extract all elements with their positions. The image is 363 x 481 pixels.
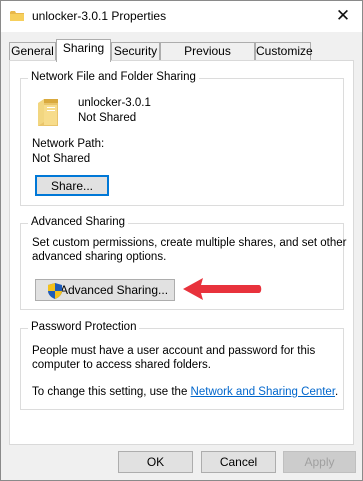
folder-name: unlocker-3.0.1 — [78, 97, 151, 109]
change-setting-text: To change this setting, use the Network … — [32, 386, 338, 398]
cancel-button[interactable]: Cancel — [201, 451, 276, 473]
advanced-sharing-title: Advanced Sharing — [28, 216, 128, 228]
tab-customize[interactable]: Customize — [255, 42, 313, 61]
network-sharing-center-link[interactable]: Network and Sharing Center — [191, 386, 335, 398]
annotation-arrow-icon — [183, 278, 262, 300]
sharing-panel: Network File and Folder Sharing unlocker… — [9, 60, 354, 445]
tab-security[interactable]: Security — [111, 42, 160, 61]
shared-folder-icon — [38, 99, 58, 126]
close-button[interactable]: ✕ — [335, 7, 351, 24]
ok-button[interactable]: OK — [118, 451, 193, 473]
advanced-sharing-button-label: Advanced Sharing... — [59, 283, 169, 297]
network-sharing-group: Network File and Folder Sharing unlocker… — [20, 71, 344, 206]
password-protection-group: Password Protection People must have a u… — [20, 321, 344, 410]
folder-share-status: Not Shared — [78, 112, 137, 124]
password-protection-line2: computer to access shared folders. — [32, 359, 211, 371]
tab-sharing[interactable]: Sharing — [56, 39, 111, 62]
network-path-label: Network Path: — [32, 138, 105, 150]
uac-shield-icon — [48, 283, 62, 299]
advanced-sharing-description-line1: Set custom permissions, create multiple … — [32, 237, 347, 249]
change-setting-prefix: To change this setting, use the — [32, 386, 191, 398]
properties-dialog: unlocker-3.0.1 Properties ✕ General Shar… — [0, 0, 363, 481]
advanced-sharing-button[interactable]: Advanced Sharing... — [35, 279, 175, 301]
tab-previous-versions[interactable]: Previous Versions — [160, 42, 255, 72]
network-path-value: Not Shared — [32, 153, 91, 165]
tab-general[interactable]: General — [9, 42, 56, 61]
share-button[interactable]: Share... — [35, 175, 109, 196]
folder-icon — [10, 11, 24, 21]
network-sharing-title: Network File and Folder Sharing — [28, 71, 199, 83]
apply-button[interactable]: Apply — [283, 451, 356, 473]
window-title: unlocker-3.0.1 Properties — [32, 9, 167, 23]
title-bar: unlocker-3.0.1 Properties ✕ — [1, 1, 362, 32]
change-setting-suffix: . — [335, 386, 339, 398]
password-protection-line1: People must have a user account and pass… — [32, 345, 316, 357]
advanced-sharing-description-line2: advanced sharing options. — [32, 251, 167, 263]
password-protection-title: Password Protection — [28, 321, 140, 333]
